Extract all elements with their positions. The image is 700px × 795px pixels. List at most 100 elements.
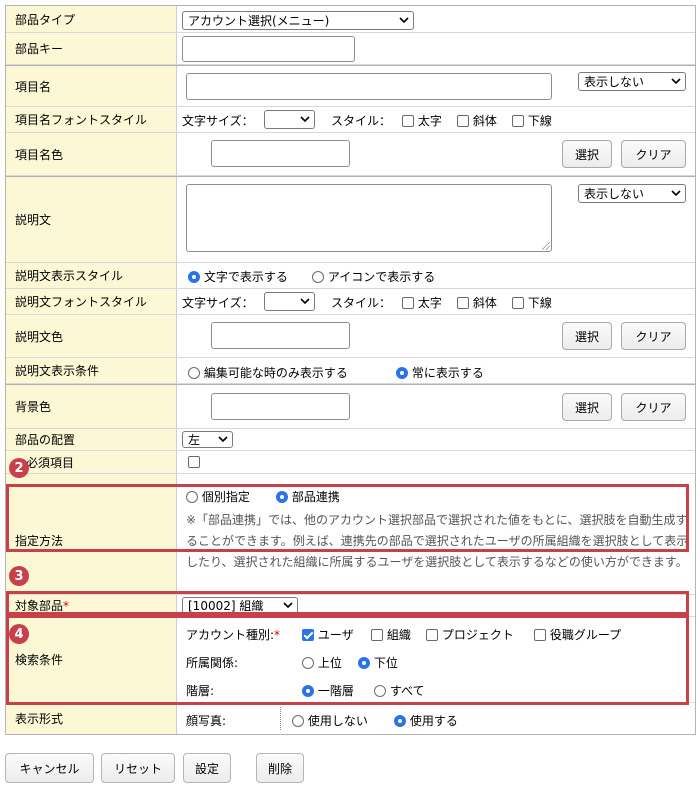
underline-label: 下線 [527, 296, 552, 310]
display-as-text-radio[interactable] [188, 271, 200, 283]
bold-checkbox[interactable] [402, 297, 414, 309]
always-show-label: 常に表示する [411, 366, 484, 380]
select-color-button[interactable]: 選択 [562, 140, 612, 168]
item-name-label: 項目名 [6, 66, 177, 106]
always-show-radio[interactable] [396, 367, 408, 379]
clear-color-button[interactable]: クリア [621, 393, 686, 421]
row-description: 説明文 表示しない [6, 177, 695, 263]
part-type-select[interactable]: アカウント選択(メニュー) [182, 11, 414, 30]
required-checkbox[interactable] [188, 456, 200, 468]
face-photo-label: 顔写真: [186, 714, 227, 728]
delete-button[interactable]: 削除 [256, 753, 304, 783]
row-item-name: 項目名 表示しない [6, 66, 695, 107]
font-size-select[interactable] [264, 292, 315, 311]
placement-select[interactable]: 左 [182, 431, 233, 448]
underline-label: 下線 [527, 114, 552, 128]
chevron-down-icon [300, 298, 310, 305]
face-photo-off-option[interactable]: 使用しない [292, 712, 368, 729]
bold-checkbox[interactable] [402, 115, 414, 127]
style-label: スタイル： [331, 296, 392, 310]
row-desc-condition: 説明文表示条件 編集可能な時のみ表示する 常に表示する [6, 358, 695, 384]
face-photo-on-option[interactable]: 使用する [394, 712, 458, 729]
row-placement: 部品の配置 左 [6, 429, 695, 451]
clear-color-button[interactable]: クリア [621, 140, 686, 168]
bg-color-label: 背景色 [6, 385, 177, 428]
save-button[interactable]: 設定 [183, 753, 231, 783]
italic-label: 斜体 [472, 296, 497, 310]
step-badge-2: 2 [9, 458, 29, 478]
step-badge-4: 4 [9, 624, 29, 644]
italic-label: 斜体 [472, 114, 497, 128]
row-item-name-font: 項目名フォントスタイル 文字サイズ： スタイル： 太字 斜体 下線 [6, 107, 695, 133]
required-label: 必須項目 [6, 451, 177, 473]
part-type-label: 部品タイプ [6, 6, 177, 32]
style-label: スタイル： [331, 114, 392, 128]
clear-color-button[interactable]: クリア [621, 322, 686, 350]
face-photo-on-radio[interactable] [394, 715, 406, 727]
bold-option[interactable]: 太字 [402, 112, 442, 129]
display-as-text-option[interactable]: 文字で表示する [188, 268, 288, 285]
step-badge-3: 3 [9, 566, 29, 586]
item-name-display-value: 表示しない [584, 75, 645, 89]
chevron-down-icon [399, 17, 409, 24]
item-name-display-select[interactable]: 表示しない [578, 72, 686, 91]
description-display-select[interactable]: 表示しない [578, 184, 686, 203]
font-size-label: 文字サイズ： [182, 296, 254, 310]
row-part-type: 部品タイプ アカウント選択(メニュー) [6, 6, 695, 33]
bold-label: 太字 [417, 114, 442, 128]
font-size-select[interactable] [264, 110, 315, 129]
italic-checkbox[interactable] [457, 297, 469, 309]
chevron-down-icon [300, 116, 310, 123]
resize-handle-icon[interactable] [542, 242, 550, 250]
face-photo-on-label: 使用する [409, 714, 458, 728]
chevron-down-icon [671, 78, 681, 85]
desc-display-style-label: 説明文表示スタイル [6, 263, 177, 288]
cancel-button[interactable]: キャンセル [5, 753, 94, 783]
editable-only-label: 編集可能な時のみ表示する [203, 366, 348, 380]
display-format-label: 表示形式 [6, 703, 177, 734]
always-show-option[interactable]: 常に表示する [396, 364, 484, 381]
desc-color-input[interactable] [211, 322, 350, 349]
description-label: 説明文 [6, 177, 177, 262]
select-color-button[interactable]: 選択 [562, 322, 612, 350]
select-color-button[interactable]: 選択 [562, 393, 612, 421]
reset-button[interactable]: リセット [101, 753, 175, 783]
row-item-name-color: 項目名色 選択 クリア [6, 133, 695, 176]
face-photo-off-radio[interactable] [292, 715, 304, 727]
placement-value: 左 [188, 433, 201, 447]
face-photo-off-label: 使用しない [307, 714, 368, 728]
highlight-box-target-part [6, 591, 689, 615]
display-as-icon-option[interactable]: アイコンで表示する [312, 268, 435, 285]
desc-font-label: 説明文フォントスタイル [6, 289, 177, 314]
italic-option[interactable]: 斜体 [457, 112, 497, 129]
bg-color-input[interactable] [211, 393, 350, 420]
placement-label: 部品の配置 [6, 429, 177, 450]
item-name-color-input[interactable] [211, 140, 350, 167]
font-size-label: 文字サイズ： [182, 114, 254, 128]
italic-option[interactable]: 斜体 [457, 294, 497, 311]
underline-option[interactable]: 下線 [512, 112, 552, 129]
part-key-label: 部品キー [6, 33, 177, 64]
desc-condition-label: 説明文表示条件 [6, 358, 177, 383]
row-display-format: 表示形式 顔写真: 使用しない 使用する [6, 703, 695, 734]
editable-only-option[interactable]: 編集可能な時のみ表示する [188, 364, 348, 381]
item-name-font-label: 項目名フォントスタイル [6, 107, 177, 132]
description-textarea[interactable] [186, 184, 552, 252]
underline-checkbox[interactable] [512, 297, 524, 309]
row-desc-color: 説明文色 選択 クリア [6, 315, 695, 358]
display-as-icon-radio[interactable] [312, 271, 324, 283]
italic-checkbox[interactable] [457, 115, 469, 127]
bold-option[interactable]: 太字 [402, 294, 442, 311]
highlight-box-spec-method [6, 484, 689, 552]
row-required: 必須項目 [6, 451, 695, 474]
description-display-value: 表示しない [584, 187, 645, 201]
editable-only-radio[interactable] [188, 367, 200, 379]
chevron-down-icon [671, 190, 681, 197]
item-name-input[interactable] [186, 73, 552, 100]
desc-color-label: 説明文色 [6, 315, 177, 357]
underline-checkbox[interactable] [512, 115, 524, 127]
row-bg-color: 背景色 選択 クリア [6, 385, 695, 429]
part-type-value: アカウント選択(メニュー) [188, 14, 330, 28]
part-key-input[interactable] [182, 36, 355, 62]
underline-option[interactable]: 下線 [512, 294, 552, 311]
